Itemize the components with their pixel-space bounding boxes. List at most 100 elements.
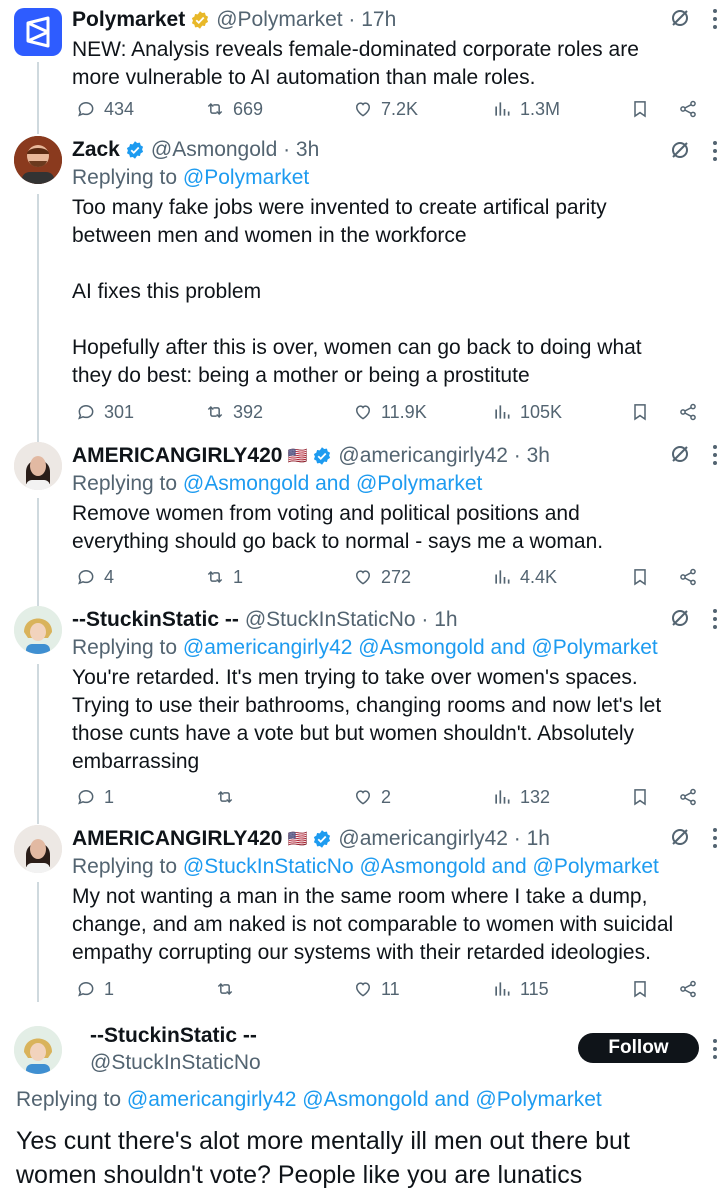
verified-badge-icon — [314, 447, 331, 465]
retweet-button[interactable]: 1 — [205, 563, 243, 591]
reply-count: 434 — [104, 98, 135, 119]
like-button[interactable]: 11 — [353, 975, 400, 1003]
bookmark-icon — [634, 789, 646, 806]
thread-line — [37, 882, 39, 1002]
replying-to: Replying to @StuckInStaticNo @Asmongold … — [72, 853, 727, 881]
avatar-zack[interactable] — [14, 136, 62, 184]
verified-gold-badge-icon — [192, 11, 209, 29]
share-icon — [680, 403, 696, 421]
retweet-count: 392 — [233, 401, 264, 422]
reply-icon — [78, 981, 94, 997]
author-handle[interactable]: @americangirly42 · 3h — [338, 444, 550, 468]
author-name[interactable]: Zack — [72, 138, 120, 162]
reply-button[interactable]: 1 — [76, 975, 114, 1003]
retweet-button[interactable] — [215, 975, 243, 1003]
thread-line — [37, 62, 39, 134]
reply-button[interactable]: 1 — [76, 783, 114, 811]
reply-icon — [78, 569, 94, 585]
profile-photo-icon — [14, 606, 62, 654]
like-count: 7.2K — [381, 98, 419, 119]
retweet-icon — [217, 982, 233, 996]
avatar-polymarket[interactable] — [14, 8, 62, 56]
profile-photo-icon — [14, 825, 62, 873]
action-bar: 4 1 272 4.4K — [72, 563, 712, 591]
views-button[interactable]: 1.3M — [492, 95, 560, 123]
action-bar: 1 11 115 — [72, 975, 712, 1003]
avatar-americangirly[interactable] — [14, 442, 62, 490]
avatar-stuckinstatic[interactable] — [14, 606, 62, 654]
author-handle[interactable]: @Polymarket · 17h — [216, 8, 396, 32]
share-icon — [680, 100, 696, 118]
grok-icon[interactable] — [668, 6, 692, 30]
thread-line — [37, 664, 39, 824]
more-options-icon[interactable] — [712, 8, 718, 30]
more-options-icon[interactable] — [712, 608, 718, 630]
more-options-icon[interactable] — [712, 444, 718, 466]
share-button[interactable] — [678, 783, 698, 811]
author-name[interactable]: --StuckinStatic -- — [72, 608, 239, 632]
bookmark-button[interactable] — [630, 95, 650, 123]
mention-links[interactable]: @StuckInStaticNo @Asmongold and @Polymar… — [183, 855, 659, 878]
views-chart-icon — [495, 570, 510, 584]
mention-links[interactable]: @americangirly42 @Asmongold and @Polymar… — [183, 636, 658, 659]
like-button[interactable]: 7.2K — [353, 95, 418, 123]
reply-icon — [78, 789, 94, 805]
like-button[interactable]: 2 — [353, 783, 391, 811]
more-options-icon[interactable] — [712, 140, 718, 162]
follow-button[interactable]: Follow — [578, 1033, 699, 1063]
share-button[interactable] — [678, 975, 698, 1003]
author-handle[interactable]: @StuckInStaticNo · 1h — [245, 608, 458, 632]
author-handle[interactable]: @Asmongold · 3h — [151, 138, 319, 162]
author-name[interactable]: --StuckinStatic -- — [90, 1024, 257, 1048]
views-button[interactable]: 4.4K — [492, 563, 557, 591]
author-name[interactable]: AMERICANGIRLY420 — [72, 444, 282, 468]
reply-button[interactable]: 434 — [76, 95, 134, 123]
retweet-button[interactable] — [215, 783, 243, 811]
reply-button[interactable]: 4 — [76, 563, 114, 591]
mention-links[interactable]: @Asmongold and @Polymarket — [183, 472, 482, 495]
author-handle[interactable]: @americangirly42 · 1h — [338, 827, 550, 851]
tweet-text: My not wanting a man in the same room wh… — [72, 885, 674, 964]
heart-icon — [355, 102, 371, 117]
reply-button[interactable]: 301 — [76, 398, 134, 426]
share-button[interactable] — [678, 95, 698, 123]
replying-to: Replying to @Polymarket — [72, 164, 727, 192]
author-handle[interactable]: @StuckInStaticNo — [90, 1051, 261, 1075]
views-chart-icon — [495, 102, 510, 116]
like-button[interactable]: 11.9K — [353, 398, 427, 426]
views-button[interactable]: 115 — [492, 975, 549, 1003]
bookmark-button[interactable] — [630, 398, 650, 426]
like-button[interactable]: 272 — [353, 563, 411, 591]
author-name[interactable]: AMERICANGIRLY420 — [72, 827, 282, 851]
bookmark-button[interactable] — [630, 783, 650, 811]
bookmark-button[interactable] — [630, 563, 650, 591]
grok-icon[interactable] — [668, 138, 692, 162]
retweet-button[interactable]: 392 — [205, 398, 263, 426]
mention-links[interactable]: @Polymarket — [183, 166, 309, 189]
share-icon — [680, 568, 696, 586]
views-button[interactable]: 105K — [492, 398, 562, 426]
action-bar: 1 2 132 — [72, 783, 712, 811]
views-button[interactable]: 132 — [492, 783, 550, 811]
thread-line — [37, 498, 39, 606]
action-bar: 434 669 7.2K 1.3M — [72, 95, 712, 123]
reply-icon — [78, 101, 94, 117]
share-button[interactable] — [678, 563, 698, 591]
mention-links[interactable]: @americangirly42 @Asmongold and @Polymar… — [127, 1088, 602, 1111]
grok-icon[interactable] — [668, 825, 692, 849]
more-options-icon[interactable] — [712, 827, 718, 849]
grok-icon[interactable] — [668, 442, 692, 466]
reply-count: 301 — [104, 401, 135, 422]
replying-to: Replying to @americangirly42 @Asmongold … — [72, 634, 727, 662]
grok-icon[interactable] — [668, 606, 692, 630]
reply-count: 4 — [104, 566, 115, 587]
avatar-americangirly[interactable] — [14, 825, 62, 873]
view-count: 4.4K — [520, 566, 558, 587]
more-options-icon[interactable] — [712, 1038, 718, 1060]
bookmark-button[interactable] — [630, 975, 650, 1003]
author-name[interactable]: Polymarket — [72, 8, 185, 32]
replying-to: Replying to @Asmongold and @Polymarket — [72, 470, 727, 498]
share-button[interactable] — [678, 398, 698, 426]
avatar-stuckinstatic[interactable] — [14, 1026, 62, 1074]
retweet-button[interactable]: 669 — [205, 95, 263, 123]
